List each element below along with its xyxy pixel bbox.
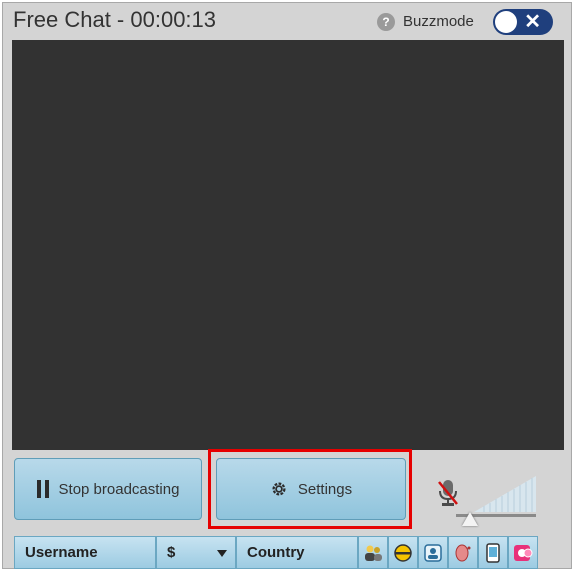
microphone-muted-icon[interactable] <box>436 478 460 508</box>
coins-icon[interactable] <box>508 536 538 569</box>
half-circle-icon[interactable] <box>388 536 418 569</box>
stop-broadcasting-label: Stop broadcasting <box>58 480 180 498</box>
dollar-column-header[interactable]: $ <box>156 536 236 569</box>
title-bar: Free Chat - 00:00:13 ? Buzzmode ✕ <box>3 3 571 39</box>
volume-slider-thumb[interactable] <box>462 512 478 526</box>
country-column-header[interactable]: Country <box>236 536 358 569</box>
chevron-down-icon <box>217 550 227 557</box>
stop-broadcasting-button[interactable]: Stop broadcasting <box>14 458 202 520</box>
dollar-label: $ <box>167 544 176 561</box>
tablet-icon[interactable] <box>478 536 508 569</box>
close-icon: ✕ <box>524 11 541 33</box>
portrait-icon[interactable] <box>418 536 448 569</box>
user-table-header: Username $ Country <box>14 536 568 569</box>
users-icon[interactable] <box>358 536 388 569</box>
volume-level-icon <box>474 476 536 512</box>
settings-highlight-box <box>208 449 412 529</box>
ear-icon[interactable] <box>448 536 478 569</box>
help-icon[interactable]: ? <box>377 13 395 31</box>
buzzmode-toggle[interactable]: ✕ <box>493 9 553 35</box>
buzzmode-label: Buzzmode <box>403 13 474 30</box>
toggle-knob <box>495 11 517 33</box>
username-column-header[interactable]: Username <box>14 536 156 569</box>
pause-icon <box>36 480 49 498</box>
window-title: Free Chat - 00:00:13 <box>13 7 217 32</box>
video-preview <box>12 40 564 450</box>
